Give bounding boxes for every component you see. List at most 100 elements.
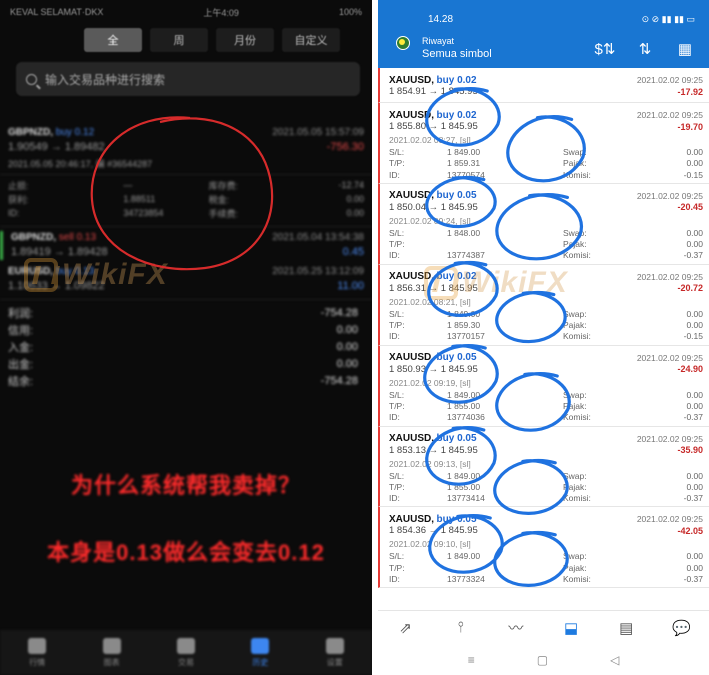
news-icon[interactable]: ▤ bbox=[612, 619, 640, 637]
currency-sort-icon[interactable]: $⇅ bbox=[594, 38, 616, 60]
header-subtitle[interactable]: Semua simbol bbox=[422, 48, 492, 60]
deal-item[interactable]: XAUUSD, buy 0.05 2021.02.02 09:25 1 850.04… bbox=[378, 183, 709, 265]
deal-date: 2021.02.02 09:25 bbox=[636, 271, 703, 282]
nav-chart[interactable]: 图表 bbox=[92, 634, 132, 672]
left-search-input[interactable]: 输入交易品种进行搜索 bbox=[16, 62, 360, 96]
deal-item[interactable]: XAUUSD, buy 0.02 2021.02.02 09:25 1 855.80… bbox=[378, 103, 709, 184]
tp-value: 1 855.00 bbox=[447, 400, 481, 411]
deal-item[interactable]: XAUUSD, buy 0.05 2021.02.02 09:25 1 850.93… bbox=[378, 345, 709, 427]
detail-mid: 1.88511 bbox=[123, 194, 156, 204]
position-detail-time: 2021.05.05 20:46:17, 编 #36544287 bbox=[0, 155, 372, 171]
detail-row: 止损: — 库存费: -12.74 bbox=[0, 178, 372, 192]
id-label: ID: bbox=[389, 574, 400, 585]
watermark-text: WikiFX bbox=[462, 266, 568, 299]
deal-open-time: 2021.02.02 08:27, [sl] bbox=[389, 135, 471, 145]
deal-item[interactable]: XAUUSD, buy 0.05 2021.02.02 09:25 1 854.36… bbox=[378, 507, 709, 589]
detail-mid: — bbox=[123, 180, 133, 190]
detail-row: 获利: 1.88511 税金: 0.00 bbox=[0, 192, 372, 206]
sl-value: 1 849.00 bbox=[447, 308, 481, 319]
komisi-label: Komisi: bbox=[563, 250, 591, 261]
deal-open-time: 2021.02.02 09:19, [sl] bbox=[389, 377, 471, 388]
komisi-label: Komisi: bbox=[563, 412, 591, 423]
nav-label: 设置 bbox=[326, 657, 343, 667]
position-side: buy 0.12 bbox=[55, 127, 95, 138]
deal-list: XAUUSD, buy 0.02 2021.02.02 09:25 1 854.9… bbox=[378, 68, 709, 589]
summary-row-balance: 结余: -754.28 bbox=[0, 372, 372, 389]
back-icon[interactable]: ◁ bbox=[610, 653, 619, 667]
quotes-icon[interactable]: ⇗ bbox=[392, 619, 420, 637]
chat-icon[interactable]: 💬 bbox=[667, 619, 695, 637]
left-status-bar: KEVAL SELAMAT·DKX 上午4:09 100% bbox=[0, 0, 372, 24]
detail-value: 0.00 bbox=[346, 208, 364, 218]
screenshot-composite: KEVAL SELAMAT·DKX 上午4:09 100% 全 周 月份 自定义… bbox=[0, 0, 709, 675]
detail-key: 手续费: bbox=[208, 208, 239, 219]
deal-date: 2021.02.02 09:25 bbox=[636, 75, 703, 85]
komisi-value: -0.37 bbox=[683, 493, 703, 504]
watermark-right: WikiFX bbox=[424, 266, 568, 300]
swap-label: Swap: bbox=[563, 389, 587, 400]
deal-prices: 1 850.04 → 1 845.95 bbox=[389, 201, 478, 213]
swap-label: Swap: bbox=[563, 470, 587, 481]
deal-prices: 1 850.93 → 1 845.95 bbox=[389, 363, 478, 375]
deal-details: S/L: 1 849.00 Swap: 0.00 T/P: 1 859.31 Pajak: 0… bbox=[389, 147, 703, 183]
tab-month[interactable]: 月份 bbox=[216, 28, 274, 52]
komisi-value: -0.37 bbox=[683, 412, 703, 423]
pajak-value: 0.00 bbox=[686, 320, 703, 331]
deal-symbol: XAUUSD, bbox=[389, 74, 435, 86]
calendar-icon[interactable]: ▦ bbox=[674, 38, 696, 60]
history-icon[interactable]: ⬓ bbox=[557, 619, 585, 637]
trade-icon[interactable]: 〰 bbox=[502, 617, 530, 638]
menu-icon[interactable]: ≡ bbox=[468, 653, 475, 667]
summary-value: -754.28 bbox=[320, 306, 358, 319]
deal-date: 2021.02.02 09:25 bbox=[636, 352, 703, 363]
watermark-logo-icon bbox=[24, 258, 58, 292]
position-time: 2021.05.25 13:12:09 bbox=[272, 266, 364, 277]
komisi-label: Komisi: bbox=[563, 574, 591, 585]
deal-symbol: XAUUSD, bbox=[389, 513, 435, 525]
left-time: 上午4:09 bbox=[203, 7, 239, 18]
sort-icon[interactable]: ⇅ bbox=[634, 38, 656, 60]
chart-candles-icon[interactable]: ⫯ bbox=[447, 619, 475, 636]
detail-key: 库存费: bbox=[208, 180, 239, 191]
question-text-1: 为什么系统帮我卖掉？ bbox=[70, 473, 301, 498]
search-icon bbox=[26, 73, 37, 85]
swap-value: 0.00 bbox=[686, 227, 703, 238]
right-status-bar: 14.28 ⊙ ⊘ ▮▮ ▮▮ ▭ bbox=[378, 0, 709, 38]
deal-item[interactable]: XAUUSD, buy 0.05 2021.02.02 09:25 1 853.13… bbox=[378, 426, 709, 508]
tab-week[interactable]: 周 bbox=[150, 28, 208, 52]
nav-history[interactable]: 历史 bbox=[240, 634, 280, 672]
summary-value: 0.00 bbox=[336, 323, 358, 336]
deal-side: buy 0.05 bbox=[436, 433, 477, 445]
nav-quotes[interactable]: 行情 bbox=[17, 634, 57, 672]
nav-settings[interactable]: 设置 bbox=[315, 634, 355, 672]
nav-label: 交易 bbox=[177, 657, 194, 667]
pajak-value: 0.00 bbox=[686, 158, 703, 169]
detail-value: 0.00 bbox=[346, 194, 364, 204]
deal-date: 2021.02.02 09:25 bbox=[636, 190, 703, 201]
summary-value: 0.00 bbox=[336, 340, 358, 353]
detail-value: -12.74 bbox=[338, 180, 364, 190]
swap-value: 0.00 bbox=[686, 147, 703, 157]
swap-value: 0.00 bbox=[686, 470, 703, 481]
position-symbol: GBPNZD, bbox=[8, 127, 53, 138]
deal-item[interactable]: XAUUSD, buy 0.02 2021.02.02 09:25 1 854.9… bbox=[378, 68, 709, 103]
id-label: ID: bbox=[389, 493, 400, 504]
home-icon[interactable]: ▢ bbox=[537, 653, 548, 667]
position-row-2[interactable]: GBPNZD, sell 0.13 2021.05.04 13:54:38 1.… bbox=[0, 231, 372, 260]
tab-custom[interactable]: 自定义 bbox=[282, 28, 340, 52]
detail-row: ID: 34723854 手续费: 0.00 bbox=[0, 206, 372, 220]
tp-value: 1 859.30 bbox=[447, 320, 481, 331]
nav-label: 行情 bbox=[29, 657, 46, 667]
position-profit: 11.00 bbox=[337, 280, 364, 292]
id-label: ID: bbox=[389, 250, 400, 261]
right-app-header: Riwayat Semua simbol $⇅ ⇅ ▦ bbox=[378, 36, 709, 68]
deal-prices: 1 854.36 → 1 845.95 bbox=[389, 525, 478, 537]
tab-all[interactable]: 全 bbox=[84, 28, 142, 52]
position-row[interactable]: GBPNZD, buy 0.12 2021.05.05 15:57:09 bbox=[0, 126, 372, 139]
deal-side: buy 0.02 bbox=[436, 74, 477, 86]
sl-label: S/L: bbox=[389, 227, 405, 238]
id-label: ID: bbox=[389, 169, 400, 180]
detail-time: 2021.05.05 20:46:17, 编 #36544287 bbox=[8, 158, 153, 169]
nav-trade[interactable]: 交易 bbox=[166, 634, 206, 672]
deal-prices: 1 854.91 → 1 845.95 bbox=[389, 86, 478, 97]
